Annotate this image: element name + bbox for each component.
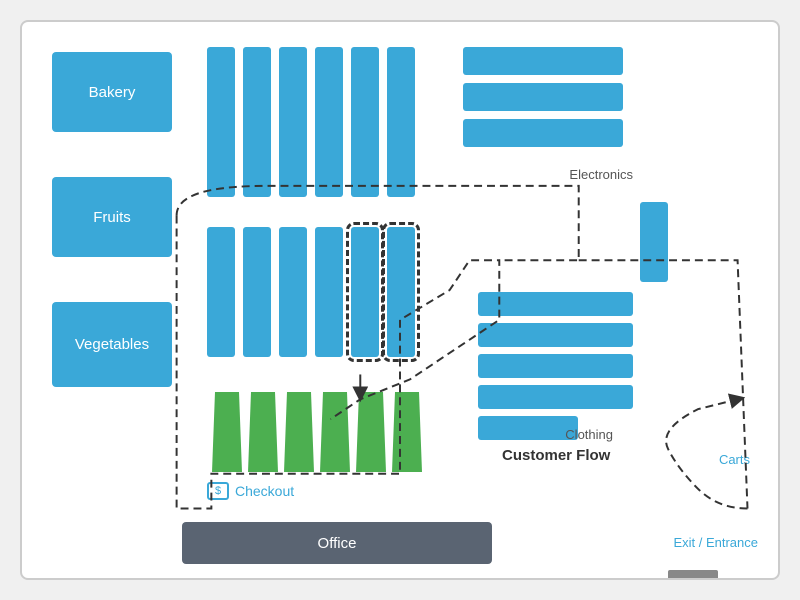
- shelf-bar: [315, 227, 343, 357]
- carts-label: Carts: [719, 452, 750, 467]
- electronics-side-shelf: [640, 202, 668, 282]
- checkout-icon: $: [207, 482, 229, 500]
- electronics-shelf: [463, 83, 623, 111]
- shelf-bar: [243, 47, 271, 197]
- clothing-label: Clothing: [565, 427, 613, 442]
- office-label: Office: [318, 535, 357, 552]
- store-map: Bakery Fruits Vegetables Electronics: [20, 20, 780, 580]
- mid-shelves: [207, 227, 415, 357]
- fruits-section: Fruits: [52, 177, 172, 257]
- checkout-lane: [248, 392, 278, 472]
- shelf-bar: [243, 227, 271, 357]
- clothing-shelf: [478, 354, 633, 378]
- shelf-bar: [279, 47, 307, 197]
- clothing-shelf: [478, 292, 633, 316]
- shelf-bar: [387, 47, 415, 197]
- shelf-bar: [207, 47, 235, 197]
- clothing-shelf: [478, 416, 578, 440]
- bakery-section: Bakery: [52, 52, 172, 132]
- electronics-shelves: [463, 47, 623, 147]
- shelf-bar: [279, 227, 307, 357]
- checkout-lane: [284, 392, 314, 472]
- office-section: Office: [182, 522, 492, 564]
- clothing-shelf: [478, 385, 633, 409]
- exit-entrance-label: Exit / Entrance: [673, 535, 758, 550]
- checkout-lanes: [212, 392, 422, 472]
- checkout-label-area: $ Checkout: [207, 482, 294, 500]
- electronics-shelf: [463, 119, 623, 147]
- vegetables-section: Vegetables: [52, 302, 172, 387]
- checkout-lane: [320, 392, 350, 472]
- top-shelves: [207, 47, 415, 197]
- bakery-label: Bakery: [89, 84, 136, 101]
- fruits-label: Fruits: [93, 209, 131, 226]
- exit-notch: [668, 570, 718, 578]
- electronics-shelf: [463, 47, 623, 75]
- shelf-bar-highlighted: [387, 227, 415, 357]
- checkout-lane: [212, 392, 242, 472]
- shelf-bar: [351, 47, 379, 197]
- clothing-shelves: [478, 292, 633, 440]
- clothing-shelf: [478, 323, 633, 347]
- shelf-bar: [315, 47, 343, 197]
- checkout-label: Checkout: [235, 483, 294, 499]
- checkout-lane: [356, 392, 386, 472]
- shelf-bar-highlighted: [351, 227, 379, 357]
- shelf-bar: [207, 227, 235, 357]
- electronics-label: Electronics: [569, 167, 633, 182]
- checkout-lane: [392, 392, 422, 472]
- vegetables-label: Vegetables: [75, 336, 149, 353]
- customer-flow-label: Customer Flow: [502, 447, 610, 464]
